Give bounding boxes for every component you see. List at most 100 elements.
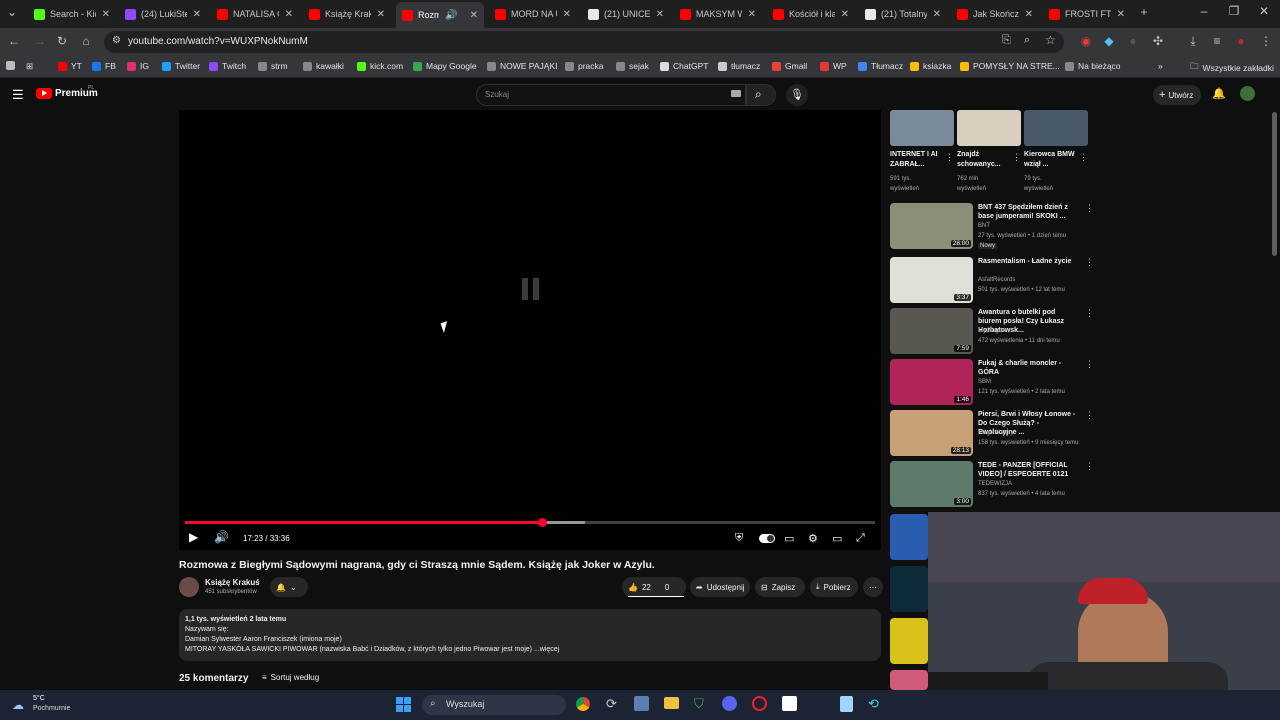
app-icon[interactable]: ⟲ (868, 696, 879, 712)
recommendation-item[interactable]: 28:13 Piersi, Brwi i Włosy Łonowe - Do Cz… (890, 410, 1094, 456)
restore-icon[interactable]: ❐ (1226, 4, 1242, 18)
back-icon[interactable]: ← (6, 34, 22, 48)
recommendation-title[interactable]: BNT 437 Spędziłem dzień z base jumperami… (978, 203, 1078, 221)
short-title[interactable]: Znajdź schowanyc... (957, 150, 1009, 170)
recommendation-item[interactable]: 7:59 Awantura o butelki pod biurem posła!… (890, 308, 1094, 354)
recommendation-channel[interactable]: TEDEWIZJA (978, 481, 1012, 487)
weather-description[interactable]: Pochmurnie (33, 705, 70, 712)
forward-icon[interactable]: → (32, 34, 48, 48)
recommendation-menu-icon[interactable]: ⋮ (1085, 257, 1094, 268)
recommendation-thumbnail[interactable] (890, 618, 928, 664)
all-bookmarks-folder[interactable]: 🗀 Wszystkie zakładki (1190, 61, 1274, 75)
recommendation-thumbnail[interactable] (890, 670, 928, 690)
profile-avatar[interactable]: ● (1233, 34, 1249, 48)
browser-tab[interactable]: Jak Skończył ✕ (951, 4, 1039, 24)
new-tab-icon[interactable]: + (1136, 5, 1152, 19)
bookmark-item[interactable]: FB (92, 61, 116, 71)
tab-close-icon[interactable]: ✕ (748, 9, 756, 20)
browser-tab[interactable]: Książę Krakuś ✕ (303, 4, 391, 24)
browser-menu-icon[interactable]: ⋮ (1258, 34, 1274, 48)
play-button[interactable]: ▶ (189, 530, 198, 544)
volume-icon[interactable]: 🔊 (214, 530, 229, 544)
recommendation-menu-icon[interactable]: ⋮ (1085, 461, 1094, 472)
windows-start-icon[interactable] (396, 697, 412, 713)
recommendation-channel[interactable]: AsfaltRecords (978, 277, 1015, 283)
bookmark-item[interactable]: Na bieżąco (1065, 61, 1121, 71)
tab-list-icon[interactable]: ⌄ (4, 5, 20, 19)
tab-close-icon[interactable]: ✕ (841, 9, 849, 20)
bookmark-item[interactable]: sejak (616, 61, 649, 71)
theater-mode-icon[interactable]: ▭ (832, 532, 842, 545)
bookmark-item[interactable]: IG (127, 61, 149, 71)
short-thumbnail[interactable] (1024, 110, 1088, 146)
channel-avatar[interactable] (179, 577, 199, 597)
url-text[interactable]: youtube.com/watch?v=WUXPNokNumM (128, 36, 308, 47)
recommendation-menu-icon[interactable]: ⋮ (1085, 359, 1094, 370)
minimize-icon[interactable]: – (1196, 4, 1212, 18)
description-box[interactable]: 1,1 tys. wyświetleń 2 lata temu Nazywam … (179, 609, 881, 661)
bookmark-item[interactable]: tłumacz (718, 61, 760, 71)
recommendation-channel[interactable]: MyGlogow (978, 328, 1006, 334)
tab-close-icon[interactable]: ✕ (656, 9, 664, 20)
recommendation-thumbnail[interactable]: 28:00 (890, 203, 973, 249)
scrubber-handle[interactable] (537, 518, 547, 527)
subscribed-bell-button[interactable]: 🔔 ⌄ (270, 577, 308, 597)
tab-close-icon[interactable]: ✕ (285, 9, 293, 20)
share-button[interactable]: ➦ Udostępnij (690, 577, 750, 597)
recommendation-title[interactable]: Fukaj & charlie moncler - GÓRA (978, 359, 1078, 377)
recommendation-item[interactable]: 28:00 BNT 437 Spędziłem dzień z base jump… (890, 203, 1094, 249)
video-player[interactable]: ▶ 🔊 17:23 / 33:36 ⛨ ▭ ⚙ ▭ ⤢ (179, 110, 881, 550)
settings-gear-icon[interactable]: ⚙ (808, 532, 818, 545)
sort-comments-button[interactable]: ≡ Sortuj według (262, 673, 319, 682)
recommendation-thumbnail[interactable]: 7:59 (890, 308, 973, 354)
recommendation-thumbnail[interactable] (890, 514, 928, 560)
recommendation-item[interactable]: 3:37 Rasmentalism - Ładne życie AsfaltReco… (890, 257, 1094, 303)
opera-icon[interactable] (752, 696, 767, 711)
chrome-icon[interactable] (576, 697, 590, 711)
tab-close-icon[interactable]: ✕ (563, 9, 571, 20)
tab-close-icon[interactable]: ✕ (193, 9, 201, 20)
reading-list-icon[interactable]: ≡ (1209, 34, 1225, 48)
bookmark-item[interactable]: pracka (565, 61, 604, 71)
tab-close-icon[interactable]: ✕ (1025, 9, 1033, 20)
reload-icon[interactable]: ↻ (54, 34, 70, 48)
short-title[interactable]: Kierowca BMW wziął ... (1024, 150, 1076, 170)
short-menu-icon[interactable]: ⋮ (945, 152, 954, 163)
autoplay-toggle[interactable] (759, 534, 775, 543)
taskbar-search[interactable]: ⌕ Wyszukaj (422, 695, 566, 715)
tab-close-icon[interactable]: ✕ (377, 9, 385, 20)
shield-icon[interactable]: ⛉ (694, 696, 704, 712)
recommendation-channel[interactable]: BNT (978, 223, 990, 229)
guide-menu-icon[interactable]: ☰ (12, 87, 24, 103)
home-icon[interactable]: ⌂ (78, 34, 94, 48)
weather-cloud-icon[interactable]: ☁ (12, 698, 24, 712)
like-icon[interactable]: 👍 (628, 583, 638, 592)
search-button[interactable]: ⌕ (746, 84, 776, 106)
recommendation-item[interactable]: 1:46 Fukaj & charlie moncler - GÓRA SBM 121… (890, 359, 1094, 405)
bookmark-item[interactable]: POMYSŁY NA STRE... (960, 61, 1060, 71)
browser-tab[interactable]: (21) Totalny ✕ (859, 4, 947, 24)
bookmark-item[interactable]: kawałki (303, 61, 344, 71)
tab-close-icon[interactable]: ✕ (102, 9, 110, 20)
install-icon[interactable]: ⎘ (1002, 34, 1011, 47)
site-info-icon[interactable]: ⚙ (112, 35, 121, 46)
zoom-icon[interactable]: ⌕ (1024, 34, 1030, 47)
bookmark-item[interactable]: Mapy Google (413, 61, 477, 71)
short-thumbnail[interactable] (957, 110, 1021, 146)
browser-tab[interactable]: FROSTI FT. F ✕ (1043, 4, 1131, 24)
browser-tab[interactable]: Kościół i klas ✕ (767, 4, 855, 24)
bookmark-item[interactable]: Tłumacz (858, 61, 903, 71)
sponsor-shield-icon[interactable]: ⛨ (735, 532, 743, 545)
file-explorer-icon[interactable] (664, 697, 679, 709)
recording-extension-icon[interactable]: ◉ (1078, 34, 1094, 48)
tab-close-icon[interactable]: ✕ (933, 9, 941, 20)
channel-name[interactable]: Książę Krakuś (205, 578, 260, 587)
tab-close-icon[interactable]: ✕ (470, 10, 478, 21)
youtube-logo-icon[interactable] (36, 88, 52, 99)
recommendation-menu-icon[interactable]: ⋮ (1085, 410, 1094, 421)
app-icon[interactable] (634, 696, 649, 711)
bookmark-item[interactable]: Gmail (772, 61, 807, 71)
account-avatar[interactable] (1240, 86, 1255, 101)
tab-audio-icon[interactable]: 🔊 (445, 10, 457, 21)
address-bar[interactable]: ⚙ youtube.com/watch?v=WUXPNokNumM ⎘ ⌕ ☆ (104, 31, 1064, 53)
